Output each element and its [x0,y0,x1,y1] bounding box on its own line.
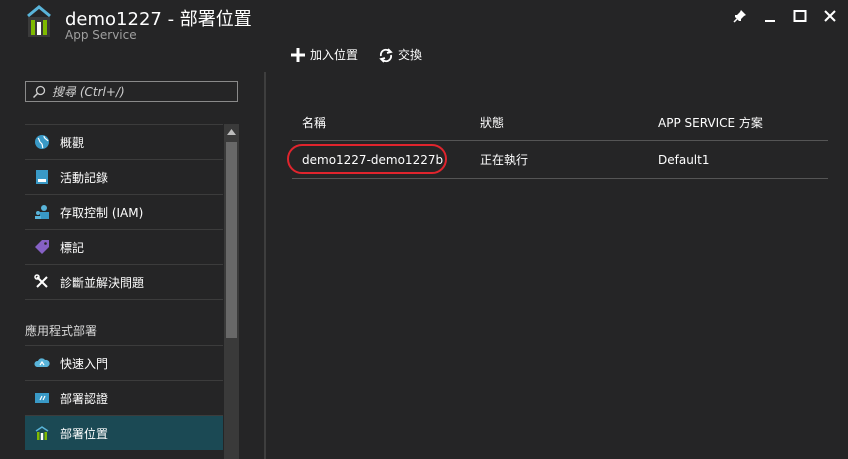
close-button[interactable] [820,6,840,26]
maximize-icon [793,10,807,22]
scrollbar-thumb[interactable] [226,142,237,338]
pin-icon [733,10,746,23]
page-subtitle: App Service [65,28,137,42]
sidebar-item-label: 標記 [60,240,85,255]
tag-icon [34,239,50,255]
users-icon [34,204,50,220]
swap-label: 交換 [398,48,423,62]
sidebar-item-label: 概觀 [60,135,85,150]
sidebar-item-quickstart[interactable]: 快速入門 [25,345,223,380]
section-title-app-deployment: 應用程式部署 [25,299,223,345]
app-service-logo-icon [27,5,51,37]
column-header-plan: APP SERVICE 方案 [658,115,763,130]
column-header-status: 狀態 [480,115,505,130]
column-header-name: 名稱 [302,115,327,130]
search-box[interactable] [25,81,238,102]
sidebar-item-deployment-credentials[interactable]: 部署認證 [25,380,223,415]
sidebar-item-activity-log[interactable]: 活動記錄 [25,159,223,194]
add-location-button[interactable]: 加入位置 [290,46,358,63]
sidebar-item-label: 活動記錄 [60,170,109,185]
deployment-slots-table: 名稱 狀態 APP SERVICE 方案 demo1227-demo1227b … [287,104,828,179]
log-icon [34,169,50,185]
scroll-up-button[interactable] [224,124,239,140]
slot-name[interactable]: demo1227-demo1227b [302,141,443,178]
sidebar-item-label: 存取控制 (IAM) [60,205,144,220]
slots-icon [34,425,50,441]
title-bar: demo1227 - 部署位置 App Service 加入位置 交換 [0,0,848,72]
sidebar-item-label: 診斷並解決問題 [60,275,145,290]
swap-button[interactable]: 交換 [378,46,422,63]
table-row[interactable]: demo1227-demo1227b 正在執行 Default1 [287,141,828,179]
sidebar-item-label: 部署位置 [60,426,109,441]
pane-divider [264,72,266,459]
sidebar-item-diagnose[interactable]: 診斷並解決問題 [25,264,223,299]
sidebar-item-access-control[interactable]: 存取控制 (IAM) [25,194,223,229]
sidebar-menu: 概觀 活動記錄 存取控制 (IAM) 標記 診斷並解決問題 應用程式部署 快速入… [25,124,223,450]
sidebar-item-label: 部署認證 [60,391,109,406]
slot-plan: Default1 [658,152,710,167]
swap-icon [379,47,393,63]
window-controls [730,6,840,26]
table-header-row: 名稱 狀態 APP SERVICE 方案 [292,104,828,141]
close-icon [824,10,836,22]
cloud-icon [34,355,50,371]
globe-icon [34,134,50,150]
sidebar-item-overview[interactable]: 概觀 [25,124,223,159]
sidebar-scrollbar[interactable] [224,124,239,459]
chevron-up-icon [227,129,236,135]
sidebar-item-label: 快速入門 [60,356,109,371]
maximize-button[interactable] [790,6,810,26]
search-input[interactable] [52,84,232,99]
sidebar-item-tags[interactable]: 標記 [25,229,223,264]
credentials-icon [34,390,50,406]
slot-status: 正在執行 [480,153,529,167]
sidebar-item-deployment-slots[interactable]: 部署位置 [25,415,223,450]
minimize-icon [765,20,775,22]
command-bar: 加入位置 交換 [290,46,422,63]
pin-button[interactable] [730,6,750,26]
plus-icon [291,47,305,62]
minimize-button[interactable] [760,6,780,26]
sidebar: 概觀 活動記錄 存取控制 (IAM) [0,72,258,459]
search-icon [32,85,46,98]
wrench-icon [34,274,50,290]
add-location-label: 加入位置 [310,48,359,62]
